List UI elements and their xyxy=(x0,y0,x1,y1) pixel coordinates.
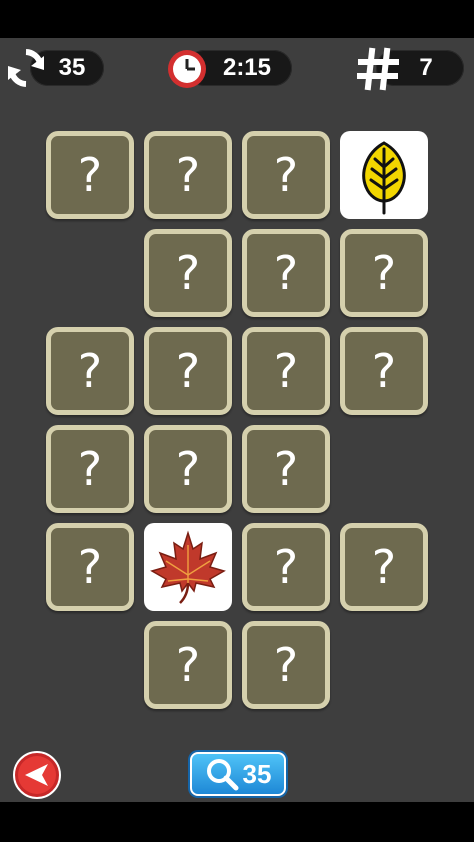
tile-r4-c3[interactable]: ? xyxy=(242,425,330,513)
question-mark: ? xyxy=(273,540,299,594)
question-mark: ? xyxy=(77,148,103,202)
question-mark: ? xyxy=(77,540,103,594)
magnifier-icon xyxy=(206,759,239,791)
question-mark: ? xyxy=(273,246,299,300)
question-mark: ? xyxy=(175,442,201,496)
yellow-leaf-icon xyxy=(362,141,406,215)
question-mark: ? xyxy=(273,638,299,692)
tile-r3-c2[interactable]: ? xyxy=(144,327,232,415)
tile-r4-c1[interactable]: ? xyxy=(46,425,134,513)
question-mark: ? xyxy=(175,148,201,202)
question-mark: ? xyxy=(175,246,201,300)
question-mark: ? xyxy=(77,442,103,496)
hint-button[interactable]: 35 xyxy=(190,752,286,796)
tile-r1-c2[interactable]: ? xyxy=(144,131,232,219)
tile-r5-c1[interactable]: ? xyxy=(46,523,134,611)
tile-r3-c1[interactable]: ? xyxy=(46,327,134,415)
tile-r5-c3[interactable]: ? xyxy=(242,523,330,611)
tile-r3-c3[interactable]: ? xyxy=(242,327,330,415)
question-mark: ? xyxy=(273,344,299,398)
question-mark: ? xyxy=(371,246,397,300)
maple-leaf-icon xyxy=(150,530,226,604)
tile-r1-c4[interactable] xyxy=(340,131,428,219)
tile-r3-c4[interactable]: ? xyxy=(340,327,428,415)
hint-count: 35 xyxy=(242,758,272,789)
navigation-bar xyxy=(0,802,474,842)
tile-r4-c2[interactable]: ? xyxy=(144,425,232,513)
tile-r5-c4[interactable]: ? xyxy=(340,523,428,611)
tile-r1-c3[interactable]: ? xyxy=(242,131,330,219)
tile-r1-c1[interactable]: ? xyxy=(46,131,134,219)
game-board: ?????????????????? xyxy=(0,0,474,842)
tile-r5-c2[interactable] xyxy=(144,523,232,611)
tile-r6-c2[interactable]: ? xyxy=(144,621,232,709)
tile-r2-c4[interactable]: ? xyxy=(340,229,428,317)
question-mark: ? xyxy=(371,540,397,594)
back-arrow-icon xyxy=(13,751,61,799)
question-mark: ? xyxy=(273,442,299,496)
tile-r2-c3[interactable]: ? xyxy=(242,229,330,317)
back-button[interactable] xyxy=(12,750,62,800)
tile-r2-c2[interactable]: ? xyxy=(144,229,232,317)
question-mark: ? xyxy=(77,344,103,398)
tile-r6-c3[interactable]: ? xyxy=(242,621,330,709)
question-mark: ? xyxy=(273,148,299,202)
question-mark: ? xyxy=(175,638,201,692)
question-mark: ? xyxy=(371,344,397,398)
question-mark: ? xyxy=(175,344,201,398)
